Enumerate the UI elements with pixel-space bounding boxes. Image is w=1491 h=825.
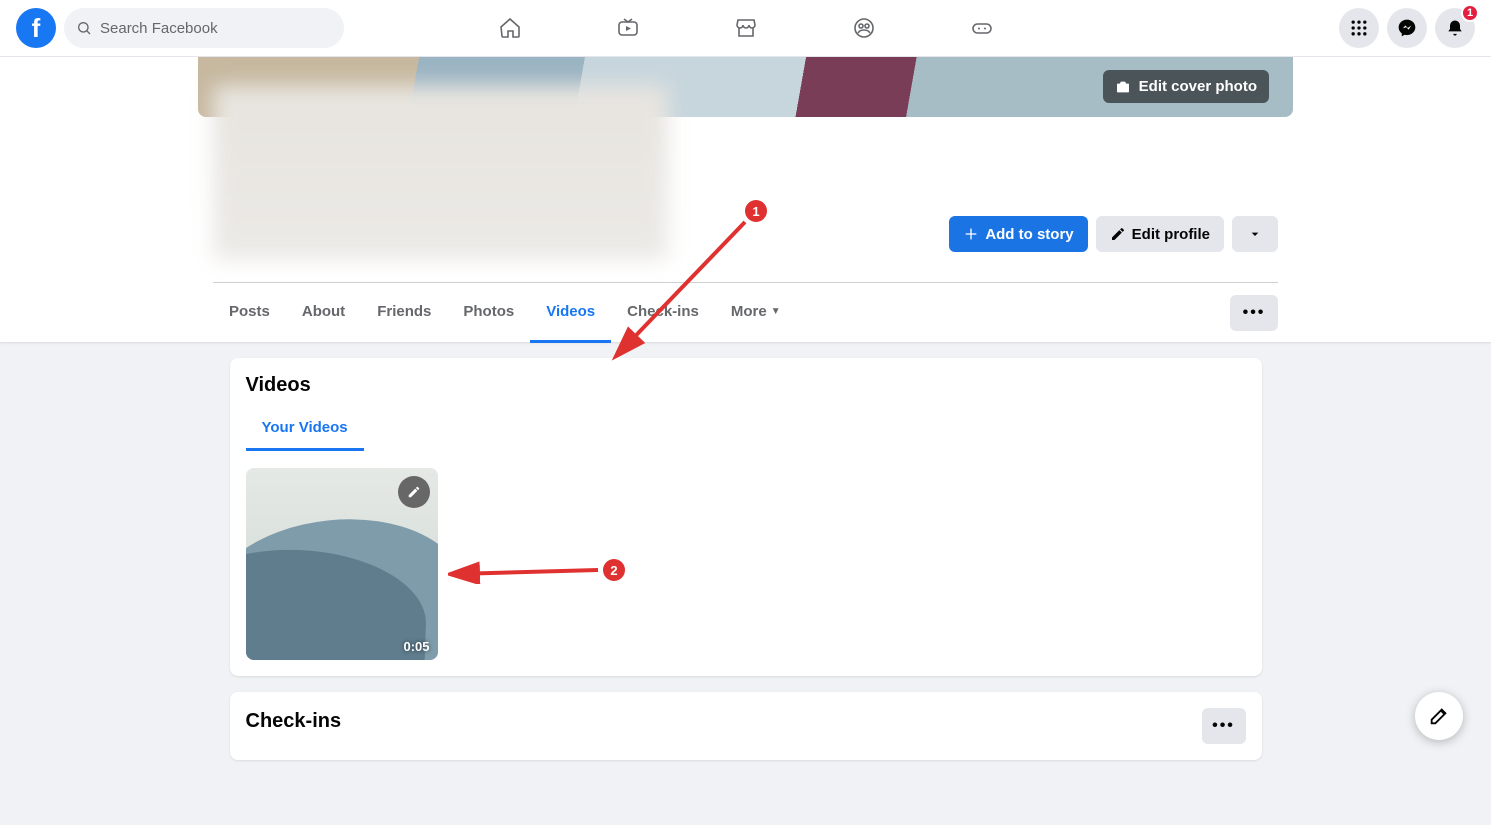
video-edit-button[interactable]	[398, 476, 430, 508]
videos-subtabs: Your Videos	[246, 407, 1246, 452]
edit-profile-label: Edit profile	[1132, 226, 1210, 243]
annotation-badge-1: 1	[745, 200, 767, 222]
nav-marketplace[interactable]	[691, 0, 801, 56]
nav-groups[interactable]	[809, 0, 919, 56]
video-duration: 0:05	[403, 639, 429, 654]
nav-right: 1	[1339, 8, 1475, 48]
profile-more-button[interactable]	[1232, 216, 1278, 252]
checkins-card: Check-ins •••	[230, 692, 1262, 760]
top-nav: f 1	[0, 0, 1491, 57]
notifications-button[interactable]: 1	[1435, 8, 1475, 48]
nav-gaming[interactable]	[927, 0, 1037, 56]
facebook-logo[interactable]: f	[16, 8, 56, 48]
add-to-story-label: Add to story	[985, 226, 1073, 243]
tab-videos[interactable]: Videos	[530, 283, 611, 343]
search-input[interactable]	[100, 20, 332, 37]
marketplace-icon	[734, 16, 758, 40]
search-icon	[76, 20, 92, 36]
page-body: Videos Your Videos 0:05 Check-ins •••	[230, 358, 1262, 760]
messenger-icon	[1397, 18, 1417, 38]
pencil-icon	[407, 485, 421, 499]
bell-icon	[1445, 18, 1465, 38]
nav-center	[455, 0, 1037, 56]
videos-card: Videos Your Videos 0:05	[230, 358, 1262, 676]
video-thumbnail[interactable]: 0:05	[246, 468, 438, 660]
nav-watch[interactable]	[573, 0, 683, 56]
add-to-story-button[interactable]: Add to story	[949, 216, 1087, 252]
profile-tab-overflow-button[interactable]: •••	[1230, 295, 1278, 331]
home-icon	[498, 16, 522, 40]
new-message-button[interactable]	[1415, 692, 1463, 740]
nav-left: f	[16, 8, 344, 48]
nav-home[interactable]	[455, 0, 565, 56]
menu-button[interactable]	[1339, 8, 1379, 48]
search-field[interactable]	[64, 8, 344, 48]
checkins-card-title: Check-ins	[246, 710, 342, 733]
grid-icon	[1349, 18, 1369, 38]
video-grid: 0:05	[246, 468, 1246, 660]
videos-card-title: Videos	[246, 374, 1246, 397]
annotation-arrow-2	[448, 560, 608, 584]
subtab-your-videos[interactable]: Your Videos	[246, 407, 364, 451]
camera-icon	[1115, 79, 1131, 95]
gaming-icon	[970, 16, 994, 40]
tab-posts[interactable]: Posts	[213, 283, 286, 343]
watch-icon	[616, 16, 640, 40]
notifications-badge: 1	[1461, 4, 1479, 22]
tab-photos[interactable]: Photos	[447, 283, 530, 343]
chevron-down-icon	[1247, 226, 1263, 242]
pencil-icon	[1110, 226, 1126, 242]
profile-actions: Add to story Edit profile	[949, 216, 1278, 252]
edit-cover-button[interactable]: Edit cover photo	[1103, 70, 1269, 103]
compose-icon	[1428, 705, 1450, 727]
plus-icon	[963, 226, 979, 242]
groups-icon	[852, 16, 876, 40]
checkins-more-button[interactable]: •••	[1202, 708, 1246, 744]
tab-friends[interactable]: Friends	[361, 283, 447, 343]
edit-profile-button[interactable]: Edit profile	[1096, 216, 1224, 252]
caret-down-icon: ▼	[771, 306, 781, 317]
annotation-badge-2: 2	[603, 559, 625, 581]
edit-cover-label: Edit cover photo	[1139, 78, 1257, 95]
messenger-button[interactable]	[1387, 8, 1427, 48]
annotation-arrow-1	[600, 212, 760, 372]
tab-about[interactable]: About	[286, 283, 361, 343]
